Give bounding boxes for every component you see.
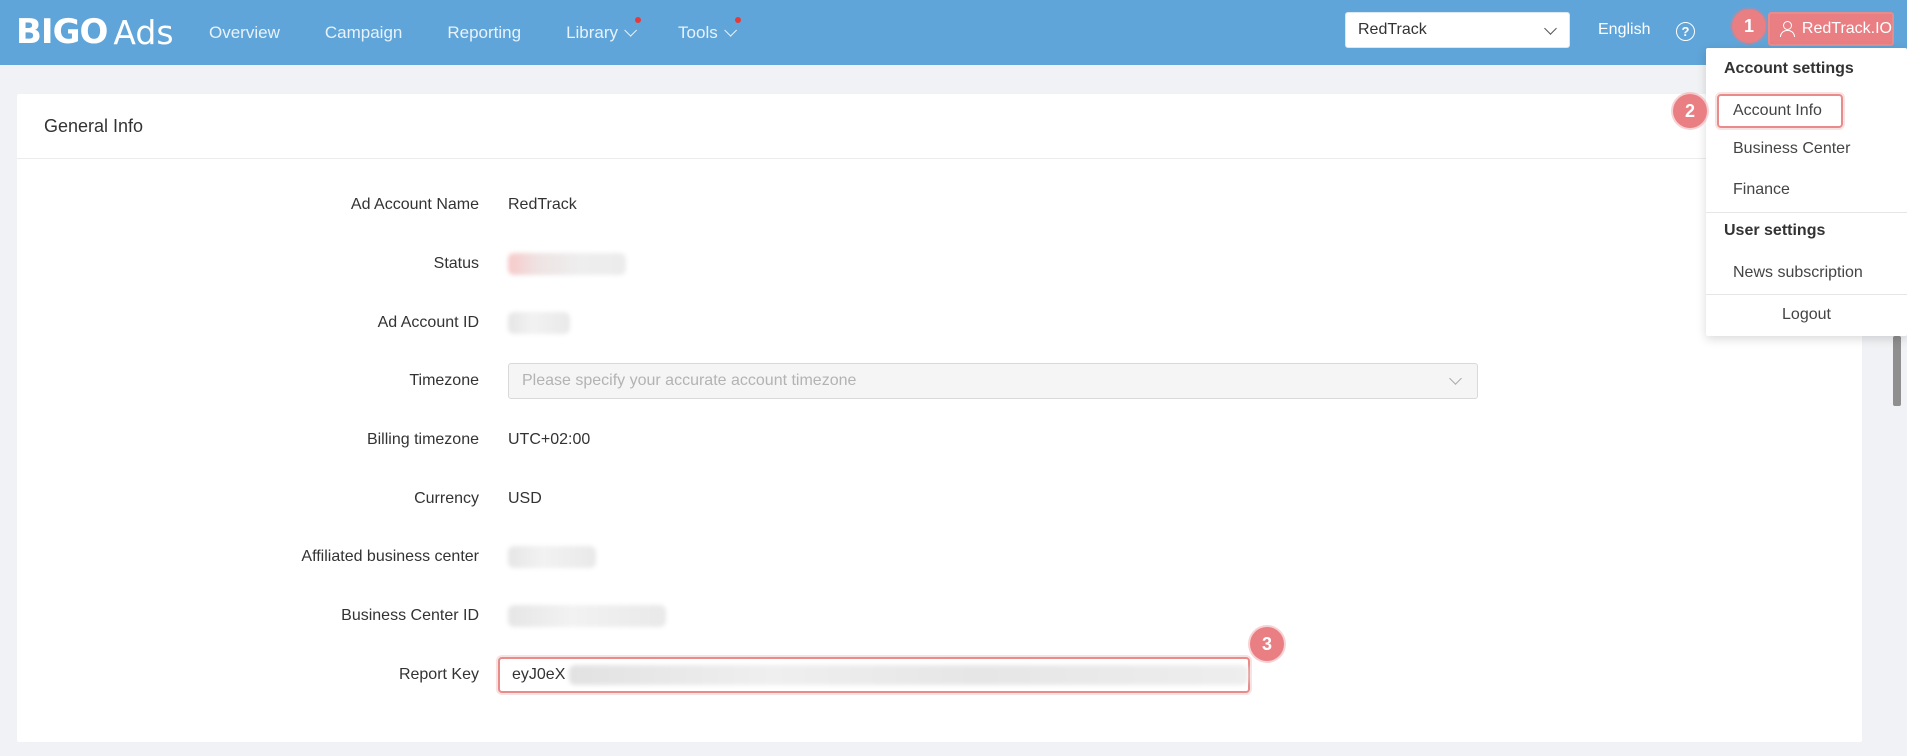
logo-sub-text: Ads [113, 12, 174, 52]
help-icon[interactable]: ? [1676, 22, 1695, 41]
user-icon [1778, 20, 1796, 38]
nav-tools[interactable]: Tools [678, 16, 741, 43]
nav-reporting-label: Reporting [447, 22, 522, 42]
chevron-down-icon [723, 24, 737, 37]
ad-account-id-redacted [508, 312, 570, 334]
nav-overview-label: Overview [209, 22, 280, 42]
account-settings-heading: Account settings [1724, 60, 1854, 77]
step-badge-1: 1 [1732, 9, 1766, 43]
chevron-down-icon [624, 24, 638, 37]
currency-label: Currency [414, 490, 479, 507]
report-key-label: Report Key [398, 666, 479, 683]
timezone-label: Timezone [409, 372, 479, 389]
main-nav: Overview Campaign Reporting Library Tool… [209, 0, 778, 65]
row-ad-account-id: Ad Account ID [17, 303, 1862, 343]
row-currency: Currency USD [17, 479, 1862, 519]
menu-divider [1706, 212, 1907, 213]
nav-campaign-label: Campaign [324, 22, 403, 42]
ad-account-selector-value: RedTrack [1358, 21, 1427, 38]
notification-dot [635, 16, 642, 23]
general-info-title: General Info [44, 116, 144, 136]
bigo-ads-logo[interactable]: BIGO Ads [16, 12, 174, 52]
report-key-field[interactable]: eyJ0eX [498, 657, 1250, 693]
nav-overview[interactable]: Overview [209, 23, 280, 43]
report-key-visible-text: eyJ0eX [512, 666, 566, 683]
chevron-down-icon [1544, 22, 1557, 35]
affiliated-business-center-label: Affiliated business center [301, 548, 479, 565]
status-label: Status [433, 255, 479, 272]
user-settings-heading: User settings [1724, 222, 1826, 239]
row-timezone: Timezone Please specify your accurate ac… [17, 361, 1862, 401]
menu-divider [1706, 294, 1907, 295]
menu-item-business-center[interactable]: Business Center [1733, 140, 1850, 158]
ad-account-id-label: Ad Account ID [377, 314, 479, 331]
nav-library-label: Library [566, 22, 619, 42]
user-menu-button[interactable]: RedTrack.IO [1768, 12, 1894, 46]
affiliated-business-center-redacted [508, 546, 596, 568]
language-switcher[interactable]: English [1598, 21, 1650, 39]
card-divider [17, 158, 1862, 159]
business-center-id-label: Business Center ID [341, 607, 479, 624]
menu-item-logout[interactable]: Logout [1706, 306, 1907, 324]
billing-timezone-value: UTC+02:00 [508, 431, 591, 448]
step-badge-3: 3 [1250, 627, 1284, 661]
row-report-key: Report Key eyJ0eX [17, 655, 1862, 695]
nav-library[interactable]: Library [566, 16, 642, 43]
currency-value: USD [508, 490, 542, 507]
ad-account-name-value: RedTrack [508, 196, 577, 213]
menu-item-finance[interactable]: Finance [1733, 181, 1790, 199]
ad-account-selector[interactable]: RedTrack [1345, 12, 1570, 48]
row-business-center-id: Business Center ID [17, 596, 1862, 636]
row-ad-account-name: Ad Account Name RedTrack [17, 185, 1862, 225]
timezone-select-placeholder: Please specify your accurate account tim… [522, 372, 857, 389]
menu-item-news-subscription[interactable]: News subscription [1733, 264, 1863, 282]
row-affiliated-business-center: Affiliated business center [17, 537, 1862, 577]
menu-item-account-info[interactable]: Account Info [1717, 94, 1843, 128]
general-info-card: General Info Ad Account Name RedTrack St… [17, 94, 1862, 742]
billing-timezone-label: Billing timezone [366, 431, 479, 448]
step-badge-2: 2 [1673, 94, 1707, 128]
top-nav-bar: BIGO Ads Overview Campaign Reporting Lib… [0, 0, 1907, 65]
notification-dot [734, 16, 741, 23]
user-name-label: RedTrack.IO [1801, 20, 1892, 37]
page-scrollbar[interactable] [1893, 336, 1901, 406]
ad-account-name-label: Ad Account Name [350, 196, 479, 213]
nav-campaign[interactable]: Campaign [325, 23, 403, 43]
timezone-select[interactable]: Please specify your accurate account tim… [508, 363, 1478, 399]
logo-main-text: BIGO [16, 12, 108, 52]
user-dropdown-menu: Account settings Account Info Business C… [1706, 48, 1907, 336]
status-value-redacted [508, 253, 626, 275]
nav-tools-label: Tools [678, 22, 718, 42]
business-center-id-redacted [508, 605, 666, 627]
chevron-down-icon [1449, 372, 1462, 385]
row-billing-timezone: Billing timezone UTC+02:00 [17, 420, 1862, 460]
row-status: Status [17, 244, 1862, 284]
report-key-redacted [569, 665, 1248, 685]
nav-reporting[interactable]: Reporting [447, 23, 521, 43]
